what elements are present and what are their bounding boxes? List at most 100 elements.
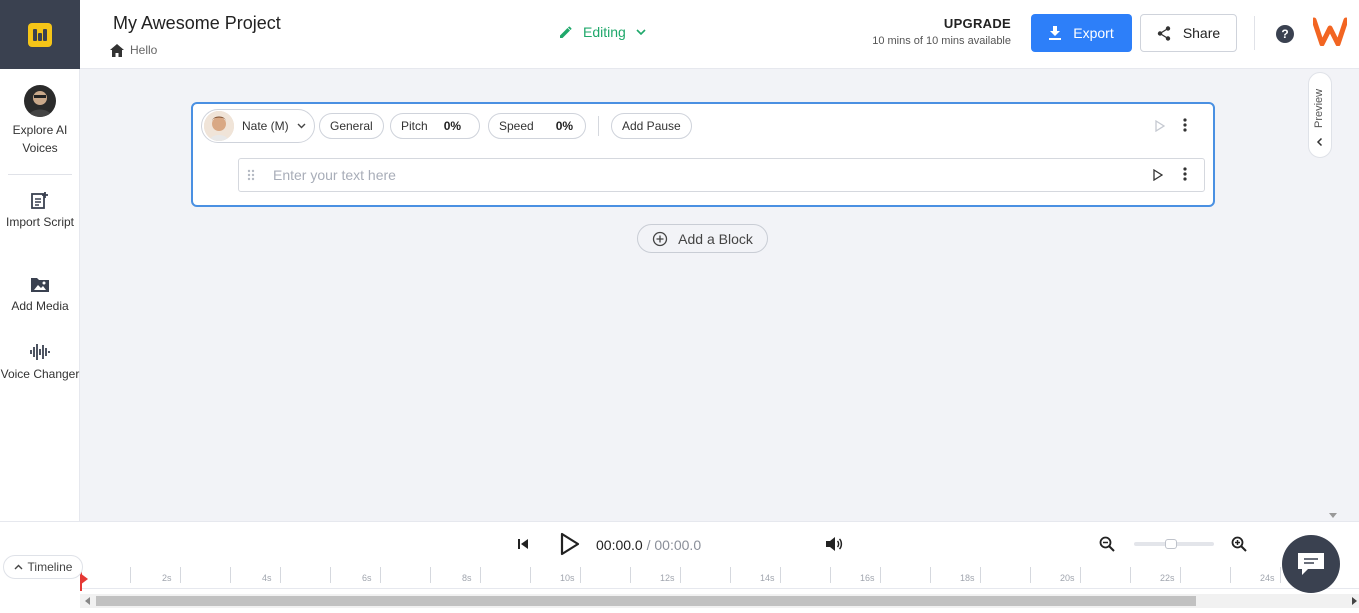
share-label: Share: [1182, 25, 1221, 41]
ruler-tick: [280, 567, 281, 583]
zoom-slider-thumb[interactable]: [1164, 539, 1177, 549]
play-icon[interactable]: [1153, 169, 1163, 181]
drag-handle-icon[interactable]: [247, 169, 255, 181]
scroll-right-arrow[interactable]: [1352, 597, 1357, 605]
scrollbar-thumb[interactable]: [96, 596, 1196, 606]
toolbar-divider: [598, 116, 599, 136]
timeline-toggle[interactable]: Timeline: [3, 555, 83, 579]
timeline: 2s 4s 6s 8s 10s 12s 14s 16s 18s 20s 22s 24s Timelin…: [0, 555, 1359, 613]
chat-button[interactable]: [1282, 535, 1340, 593]
zoom-out-icon[interactable]: [1099, 536, 1115, 552]
app-logo[interactable]: [0, 0, 80, 69]
horizontal-scrollbar[interactable]: [80, 594, 1359, 608]
more-vertical-icon[interactable]: [1183, 167, 1187, 181]
pitch-label: Pitch: [401, 119, 428, 133]
breadcrumb-label: Hello: [130, 43, 158, 57]
media-folder-icon: [31, 278, 49, 292]
pitch-pill[interactable]: Pitch 0%: [390, 113, 480, 139]
export-button[interactable]: Export: [1031, 14, 1132, 52]
time-separator: /: [642, 537, 655, 553]
ruler-tick: [680, 567, 681, 583]
upgrade-link[interactable]: UPGRADE 10 mins of 10 mins available: [872, 16, 1011, 47]
ruler-tick: [930, 567, 931, 583]
chevron-down-icon: [297, 123, 306, 129]
ruler-tick: [1230, 567, 1231, 583]
ruler-tick: [880, 567, 881, 583]
left-sidebar: Explore AI Voices Import Script Add Medi…: [0, 69, 80, 521]
waveform-icon: [30, 344, 50, 360]
timeline-ruler[interactable]: 2s 4s 6s 8s 10s 12s 14s 16s 18s 20s 22s 24s: [80, 567, 1359, 589]
preview-label: Preview: [1313, 88, 1325, 128]
ruler-tick: [1180, 567, 1181, 583]
ruler-tick: [480, 567, 481, 583]
ruler-tick: [330, 567, 331, 583]
project-title[interactable]: My Awesome Project: [113, 13, 281, 34]
ruler-tick: [630, 567, 631, 583]
brand-w-icon: [1311, 17, 1349, 47]
ruler-tick-label: 24s: [1260, 573, 1275, 583]
breadcrumb[interactable]: Hello: [110, 43, 157, 57]
mode-dropdown[interactable]: Editing: [559, 24, 646, 40]
more-vertical-icon[interactable]: [1183, 118, 1187, 132]
voice-avatar: [204, 111, 234, 141]
playhead-marker[interactable]: [80, 573, 88, 585]
ruler-tick: [430, 567, 431, 583]
sidebar-item-label: Add Media: [11, 299, 69, 313]
script-text-input[interactable]: [273, 165, 1133, 185]
ruler-tick-label: 20s: [1060, 573, 1075, 583]
brand-logo[interactable]: [1311, 16, 1349, 51]
style-pill[interactable]: General: [319, 113, 384, 139]
speed-value: 0%: [555, 119, 574, 133]
ruler-tick-label: 4s: [262, 573, 272, 583]
skip-back-icon[interactable]: [517, 538, 529, 550]
ruler-tick: [1030, 567, 1031, 583]
sidebar-item-label: Voice Changer: [0, 367, 80, 381]
style-label: General: [330, 119, 373, 133]
export-label: Export: [1073, 25, 1114, 41]
sidebar-item-explore-ai-voices[interactable]: Explore AI Voices: [0, 85, 80, 157]
sidebar-item-voice-changer[interactable]: Voice Changer: [0, 343, 80, 383]
sidebar-divider: [8, 174, 72, 175]
speed-pill[interactable]: Speed 0%: [488, 113, 586, 139]
ruler-tick: [1280, 567, 1281, 583]
scroll-down-arrow[interactable]: [1329, 513, 1337, 518]
top-header: My Awesome Project Hello Editing UPGRADE…: [0, 0, 1359, 69]
voice-selector[interactable]: Nate (M): [201, 109, 315, 143]
chevron-left-icon: [1316, 137, 1323, 147]
zoom-in-icon[interactable]: [1231, 536, 1247, 552]
pitch-value: 0%: [443, 119, 462, 133]
voice-name: Nate (M): [242, 119, 289, 133]
ruler-tick: [130, 567, 131, 583]
vertical-scrollbar[interactable]: [1327, 70, 1340, 521]
add-block-label: Add a Block: [678, 230, 753, 247]
play-icon[interactable]: [559, 532, 581, 556]
ruler-tick-label: 16s: [860, 573, 875, 583]
ruler-tick-label: 14s: [760, 573, 775, 583]
ruler-tick: [530, 567, 531, 583]
scroll-left-arrow[interactable]: [85, 597, 90, 605]
play-icon[interactable]: [1155, 120, 1165, 132]
chevron-down-icon: [636, 29, 646, 35]
share-button[interactable]: Share: [1140, 14, 1237, 52]
sidebar-item-add-media[interactable]: Add Media: [0, 275, 80, 315]
sidebar-item-label: Import Script: [5, 215, 74, 229]
chevron-up-icon: [14, 564, 23, 570]
script-block[interactable]: Nate (M) General Pitch 0% Speed 0% Add P…: [191, 102, 1215, 207]
ruler-tick: [230, 567, 231, 583]
ruler-tick-label: 6s: [362, 573, 372, 583]
add-pause-button[interactable]: Add Pause: [611, 113, 692, 139]
timeline-label: Timeline: [27, 560, 73, 574]
logo-icon: [28, 22, 52, 47]
ruler-tick-label: 18s: [960, 573, 975, 583]
help-icon[interactable]: ?: [1276, 25, 1294, 43]
time-display: 00:00.0 / 00:00.0: [596, 537, 701, 553]
zoom-slider[interactable]: [1134, 539, 1214, 549]
player-bar: 00:00.0 / 00:00.0: [0, 521, 1359, 567]
sidebar-item-import-script[interactable]: Import Script: [0, 191, 80, 231]
volume-icon[interactable]: [825, 536, 843, 552]
add-pause-label: Add Pause: [622, 119, 681, 133]
ruler-tick: [730, 567, 731, 583]
add-block-button[interactable]: Add a Block: [637, 224, 768, 253]
download-icon: [1049, 26, 1062, 40]
mode-label: Editing: [583, 24, 626, 40]
